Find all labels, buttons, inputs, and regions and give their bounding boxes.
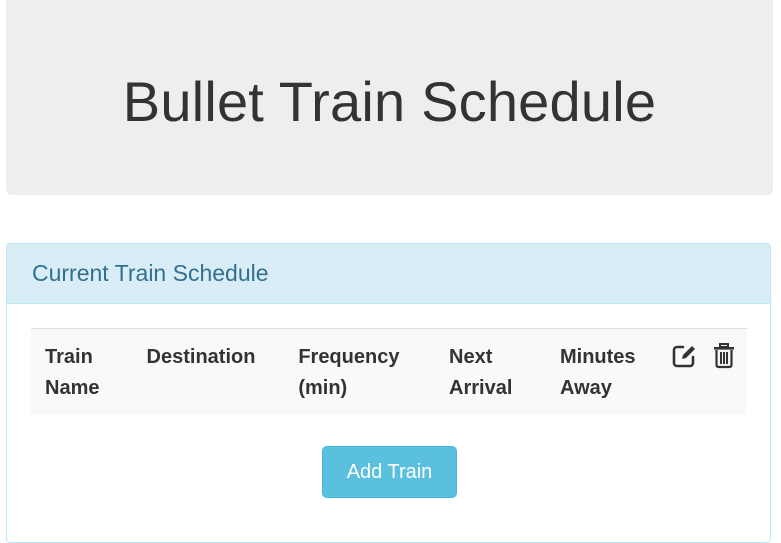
column-header-text: Minutes [560,346,636,368]
column-header-text: Away [560,377,612,399]
page-title: Bullet Train Schedule [122,70,657,133]
table-header: Train Name Destination Frequency (min) N… [31,328,747,415]
column-header-text: (min) [298,377,348,399]
column-header-minutes-away: Minutes Away [546,328,668,415]
column-header-text: Train [45,346,93,368]
column-header-text: Next [449,346,493,368]
column-header-train-name: Train Name [31,328,133,415]
column-header-text: Name [45,377,100,399]
panel-heading: Current Train Schedule [7,244,770,304]
column-header-delete [707,328,747,415]
column-header-edit [667,328,708,415]
trash-icon[interactable] [711,342,737,370]
column-header-frequency: Frequency (min) [284,328,436,415]
column-header-text: Destination [146,346,256,368]
column-header-text: Frequency [298,346,400,368]
panel-title: Current Train Schedule [32,260,269,286]
table-header-row: Train Name Destination Frequency (min) N… [31,328,747,415]
column-header-text: Arrival [449,377,513,399]
schedule-panel: Current Train Schedule Train Name Destin… [6,243,771,543]
edit-icon[interactable] [671,342,697,370]
schedule-table: Train Name Destination Frequency (min) N… [31,328,747,415]
add-train-button[interactable]: Add Train [322,446,457,498]
column-header-next-arrival: Next Arrival [435,328,546,415]
jumbotron-header: Bullet Train Schedule [6,0,773,195]
column-header-destination: Destination [132,328,285,415]
